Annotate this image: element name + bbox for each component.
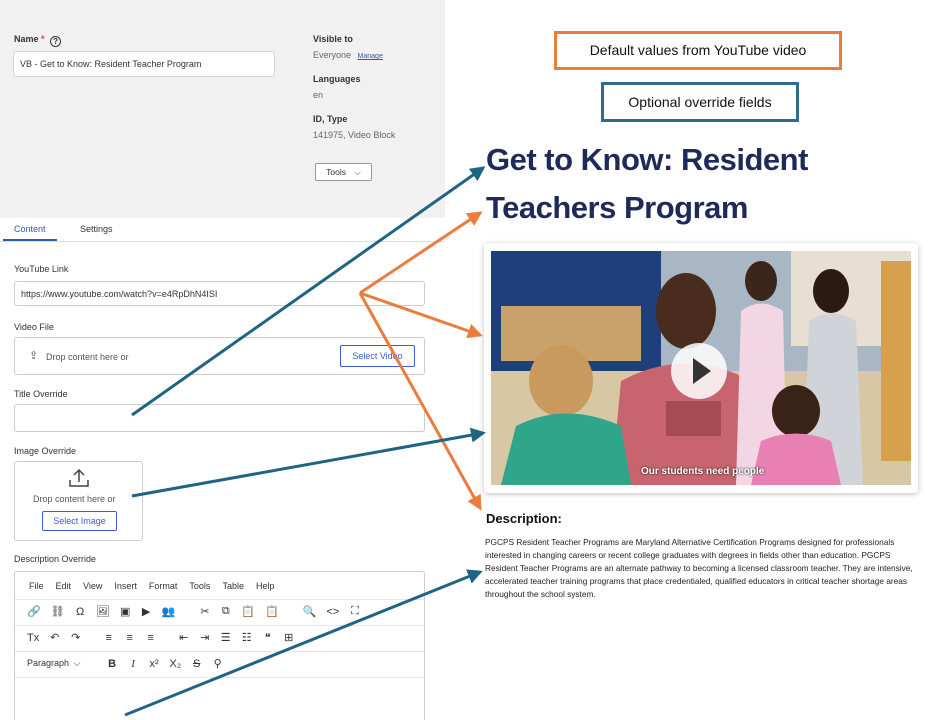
visible-to-label: Visible to [313, 34, 353, 44]
bullet-list-icon[interactable]: ☰ [220, 631, 231, 644]
align-center-icon[interactable]: ≡ [124, 632, 135, 644]
video-thumbnail[interactable]: Our students need people [491, 251, 911, 485]
name-input[interactable]: VB - Get to Know: Resident Teacher Progr… [13, 51, 275, 77]
media-icon[interactable]: ▣ [120, 605, 131, 618]
numbered-list-icon[interactable]: ☷ [241, 631, 252, 644]
select-video-button[interactable]: Select Video [340, 345, 415, 367]
menu-insert[interactable]: Insert [114, 581, 137, 591]
tools-label: Tools [326, 167, 346, 177]
description-text: PGCPS Resident Teacher Programs are Mary… [485, 537, 913, 599]
align-left-icon[interactable]: ≡ [103, 632, 114, 644]
languages-label: Languages [313, 74, 361, 84]
required-mark: * [41, 34, 45, 44]
fullscreen-icon[interactable]: ⛶ [349, 605, 360, 618]
paragraph-select-label: Paragraph [27, 658, 70, 668]
search-icon[interactable]: 🔍 [303, 605, 317, 618]
meta-column: Visible to Everyone Manage Languages en … [313, 34, 395, 140]
legend-override-fields: Optional override fields [601, 82, 799, 122]
id-type-label: ID, Type [313, 114, 348, 124]
video-dropzone[interactable]: ⇪ Drop content here or Select Video [14, 337, 425, 375]
upload-icon: ⇪ [29, 350, 39, 362]
indent-icon[interactable]: ⇥ [199, 631, 210, 644]
video-caption: Our students need people [641, 466, 765, 477]
editor-menubar: File Edit View Insert Format Tools Table… [29, 581, 274, 591]
title-override-label: Title Override [14, 389, 68, 399]
paragraph-select[interactable]: Paragraph ⌵ [27, 658, 83, 669]
image-override-label: Image Override [14, 446, 77, 456]
video-drop-text: Drop content here or [46, 352, 129, 362]
rich-text-editor[interactable]: File Edit View Insert Format Tools Table… [14, 571, 425, 720]
blockquote-icon[interactable]: ❝ [262, 631, 273, 644]
preview-title: Get to Know: Resident Teachers Program [486, 142, 808, 225]
source-code-icon[interactable]: <> [326, 606, 339, 618]
align-right-icon[interactable]: ≡ [145, 632, 156, 644]
copy-icon[interactable]: ⧉ [220, 605, 231, 618]
subscript-icon[interactable]: X₂ [170, 658, 182, 670]
superscript-icon[interactable]: x² [149, 658, 160, 670]
tab-bar: Content Settings [0, 218, 445, 242]
play-button-icon[interactable] [671, 343, 727, 399]
youtube-link-label: YouTube Link [14, 264, 69, 274]
chevron-down-icon: ⌵ [73, 658, 81, 668]
menu-edit[interactable]: Edit [56, 581, 72, 591]
title-override-input[interactable] [14, 404, 425, 432]
strikethrough-icon[interactable]: S [191, 658, 202, 670]
upload-tray-icon [69, 468, 89, 487]
menu-format[interactable]: Format [149, 581, 178, 591]
editor-body[interactable] [15, 677, 424, 678]
link-icon[interactable]: 🔗 [27, 605, 41, 618]
video-icon[interactable]: ▶ [141, 605, 152, 618]
italic-icon[interactable]: I [128, 658, 139, 670]
paste-icon[interactable]: 📋 [241, 605, 255, 618]
editor-toolbar-row-1: 🔗 ⛓ Ω 🖼 ▣ ▶ 👥 ✂ ⧉ 📋 📋 🔍 <> ⛶ [15, 599, 424, 623]
description-heading: Description: [486, 511, 562, 526]
description-override-label: Description Override [14, 554, 97, 564]
bold-icon[interactable]: B [107, 658, 118, 670]
image-drop-text: Drop content here or [33, 494, 116, 504]
visible-to-value-row: Everyone Manage [313, 50, 395, 60]
table-icon[interactable]: ⊞ [283, 631, 294, 644]
menu-tools[interactable]: Tools [189, 581, 210, 591]
legend-default-values: Default values from YouTube video [554, 31, 842, 70]
arrow-image-override [131, 427, 486, 498]
image-icon[interactable]: 🖼 [96, 605, 110, 618]
menu-table[interactable]: Table [222, 581, 244, 591]
help-icon[interactable]: ? [50, 36, 62, 47]
manage-link[interactable]: Manage [358, 53, 383, 60]
special-char-icon[interactable]: Ω [75, 606, 86, 618]
undo-icon[interactable]: ↶ [49, 631, 60, 644]
outdent-icon[interactable]: ⇤ [178, 631, 189, 644]
redo-icon[interactable]: ↷ [70, 631, 81, 644]
select-image-button[interactable]: Select Image [42, 511, 117, 531]
tools-dropdown[interactable]: Tools ⌵ [315, 163, 372, 181]
video-file-label: Video File [14, 322, 54, 332]
editor-toolbar-row-3: Paragraph ⌵ B I x² X₂ S ⚲ [15, 651, 424, 675]
video-card: Our students need people [484, 243, 918, 493]
menu-help[interactable]: Help [256, 581, 275, 591]
paste-text-icon[interactable]: 📋 [265, 605, 279, 618]
chevron-down-icon: ⌵ [354, 167, 361, 177]
cut-icon[interactable]: ✂ [199, 605, 210, 618]
people-icon[interactable]: 👥 [162, 605, 176, 618]
name-label: Name * ? [14, 34, 62, 47]
youtube-link-input[interactable]: https://www.youtube.com/watch?v=e4RpDhN4… [14, 281, 425, 306]
highlight-icon[interactable]: ⚲ [212, 657, 223, 670]
arrow-to-description [358, 292, 482, 511]
languages-value: en [313, 90, 324, 100]
form-header-panel: Name * ? VB - Get to Know: Resident Teac… [0, 0, 445, 218]
visible-to-value: Everyone [313, 50, 352, 60]
unlink-icon[interactable]: ⛓ [51, 605, 65, 618]
clear-format-icon[interactable]: Tx [27, 632, 39, 644]
id-type-value: 141975, Video Block [313, 130, 396, 140]
editor-toolbar-row-2: Tx ↶ ↷ ≡ ≡ ≡ ⇤ ⇥ ☰ ☷ ❝ ⊞ [15, 625, 424, 649]
active-tab-indicator [3, 239, 57, 241]
menu-file[interactable]: File [29, 581, 44, 591]
tab-settings[interactable]: Settings [80, 224, 113, 234]
image-dropzone[interactable]: Drop content here or Select Image [14, 461, 143, 541]
menu-view[interactable]: View [83, 581, 102, 591]
tab-content[interactable]: Content [14, 224, 46, 234]
